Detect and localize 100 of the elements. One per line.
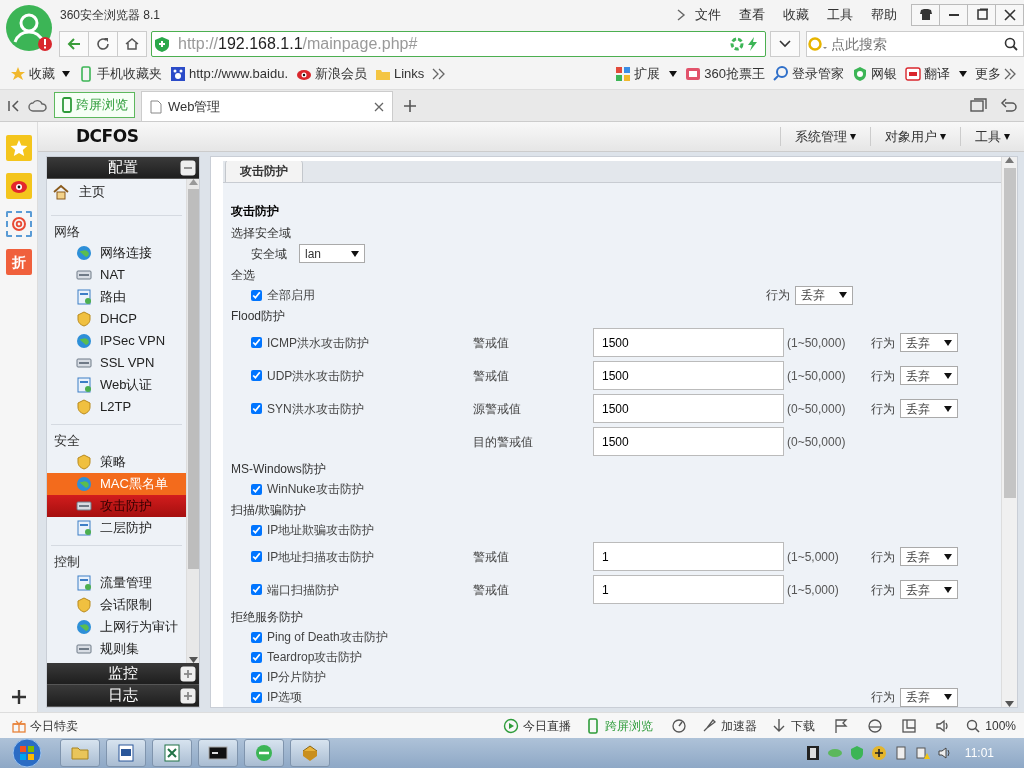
nav-item[interactable]: 会话限制 <box>47 594 186 616</box>
panel-header[interactable]: 日志 <box>47 685 199 707</box>
refresh-button[interactable] <box>88 31 118 57</box>
toolbar-item[interactable]: 360抢票王 <box>685 63 765 84</box>
cross-screen-button[interactable]: 跨屏浏览 <box>54 92 135 118</box>
scrollbar-thumb[interactable] <box>187 189 199 569</box>
bookmark-link[interactable]: 手机收藏夹 <box>78 63 162 84</box>
speaker-icon[interactable] <box>936 745 953 761</box>
double-chevron-icon[interactable] <box>432 67 447 80</box>
checkbox[interactable] <box>251 671 262 683</box>
checkbox[interactable] <box>251 584 262 595</box>
close-button[interactable] <box>995 4 1024 26</box>
threshold-field[interactable]: 1500 <box>593 328 784 357</box>
checkbox[interactable] <box>251 337 262 348</box>
status-button[interactable]: 加速器 <box>701 716 758 735</box>
nav-item[interactable]: 二层防护 <box>47 517 186 539</box>
dropdown[interactable]: 丢弃 <box>900 547 958 566</box>
nav-item[interactable]: 网络连接 <box>47 242 186 264</box>
checkbox[interactable] <box>251 524 262 536</box>
home-button[interactable] <box>117 31 147 57</box>
threshold-field[interactable]: 1 <box>593 542 784 571</box>
nav-item[interactable]: NAT <box>47 264 186 286</box>
toolbar-item[interactable]: 登录管家 <box>773 63 844 84</box>
page-tab[interactable]: 攻击防护 <box>225 161 303 182</box>
flag-icon[interactable] <box>833 717 850 734</box>
dropdown[interactable]: 丢弃 <box>900 687 958 707</box>
skin-button[interactable] <box>911 4 940 26</box>
checkbox[interactable] <box>251 370 262 381</box>
nav-item[interactable]: 路由 <box>47 286 186 308</box>
menu-item[interactable]: 帮助 <box>862 5 906 25</box>
dropdown[interactable]: 丢弃 <box>900 366 958 385</box>
panel-header[interactable]: 配置 <box>47 157 199 179</box>
threshold-field[interactable]: 1500 <box>593 427 784 456</box>
minimize-button[interactable] <box>939 4 968 26</box>
close-icon[interactable] <box>374 101 384 112</box>
nav-item[interactable]: 上网行为审计 <box>47 616 186 638</box>
checkbox[interactable] <box>251 483 262 495</box>
dropdown[interactable]: 丢弃 <box>900 580 958 599</box>
loading-icon[interactable] <box>729 36 745 52</box>
status-button[interactable]: 跨屏浏览 <box>585 716 654 735</box>
scrollbar-thumb[interactable] <box>1003 168 1016 498</box>
threshold-field[interactable]: 1 <box>593 575 784 604</box>
nav-item[interactable]: 策略 <box>47 451 186 473</box>
menu-item[interactable]: 收藏 <box>774 5 818 25</box>
lightning-icon[interactable] <box>745 36 759 52</box>
bookmark-link[interactable]: http://www.baidu. <box>170 63 288 84</box>
speedometer-icon[interactable] <box>671 717 688 734</box>
browser-tab[interactable]: Web管理 <box>141 91 393 121</box>
windows-icon[interactable] <box>970 98 988 114</box>
nav-item[interactable]: IPSec VPN <box>47 330 186 352</box>
address-field[interactable]: http://192.168.1.1/mainpage.php# <box>151 31 766 57</box>
panel-header[interactable]: 监控 <box>47 663 199 685</box>
dropdown[interactable]: 丢弃 <box>795 285 853 305</box>
toolbar-item[interactable]: 更多 <box>975 63 1016 84</box>
new-tab-icon[interactable] <box>403 99 417 113</box>
threshold-field[interactable]: 1500 <box>593 394 784 423</box>
bookmark-link[interactable]: 收藏 <box>10 63 70 84</box>
scroll-down-icon[interactable] <box>1005 701 1014 707</box>
add-icon[interactable] <box>11 690 26 704</box>
collapse-icon[interactable] <box>6 98 22 114</box>
bookmark-link[interactable]: Links <box>375 63 425 84</box>
film-icon[interactable] <box>804 745 821 761</box>
undo-icon[interactable] <box>1000 98 1018 114</box>
status-button[interactable]: 今日直播 <box>503 716 572 735</box>
bookmark-link[interactable]: 新浪会员 <box>296 63 367 84</box>
menu-item[interactable]: 工具 <box>818 5 862 25</box>
plus-icon[interactable] <box>180 666 196 682</box>
avatar-icon[interactable] <box>5 4 55 54</box>
window-icon[interactable] <box>901 717 918 734</box>
status-button[interactable]: 100% <box>965 716 1016 735</box>
nav-item[interactable]: 主页 <box>47 179 186 205</box>
minus-icon[interactable] <box>180 160 196 176</box>
nav-item[interactable]: 流量管理 <box>47 572 186 594</box>
plus-icon[interactable] <box>180 688 196 704</box>
back-button[interactable] <box>59 31 89 57</box>
toolbar-item[interactable]: 网银 <box>852 63 897 84</box>
menu-item[interactable]: 查看 <box>730 5 774 25</box>
dropdown[interactable]: lan <box>299 244 365 263</box>
chevron-right-icon[interactable] <box>676 9 686 21</box>
dropdown[interactable]: 丢弃 <box>900 399 958 418</box>
scroll-up-icon[interactable] <box>1005 157 1014 163</box>
checkbox[interactable] <box>251 289 262 301</box>
checkbox[interactable] <box>251 691 262 703</box>
weibo-button[interactable] <box>5 173 32 199</box>
search-field[interactable]: 点此搜索 <box>829 32 1001 56</box>
checkbox[interactable] <box>251 631 262 643</box>
dropdown-button[interactable] <box>770 31 800 57</box>
checkbox[interactable] <box>251 651 262 663</box>
nav-item[interactable]: Web认证 <box>47 374 186 396</box>
menu-button[interactable]: 系统管理 <box>780 126 870 147</box>
taskbar-button[interactable] <box>198 739 238 767</box>
nav-item[interactable]: SSL VPN <box>47 352 186 374</box>
menu-button[interactable]: 工具 <box>960 126 1024 147</box>
menu-button[interactable]: 对象用户 <box>870 126 960 147</box>
checkbox[interactable] <box>251 551 262 562</box>
nav-item[interactable]: L2TP <box>47 396 186 418</box>
cloud-icon[interactable] <box>28 98 48 114</box>
status-button[interactable]: 下载 <box>771 716 816 735</box>
taskbar-button[interactable] <box>106 739 146 767</box>
maximize-button[interactable] <box>967 4 996 26</box>
